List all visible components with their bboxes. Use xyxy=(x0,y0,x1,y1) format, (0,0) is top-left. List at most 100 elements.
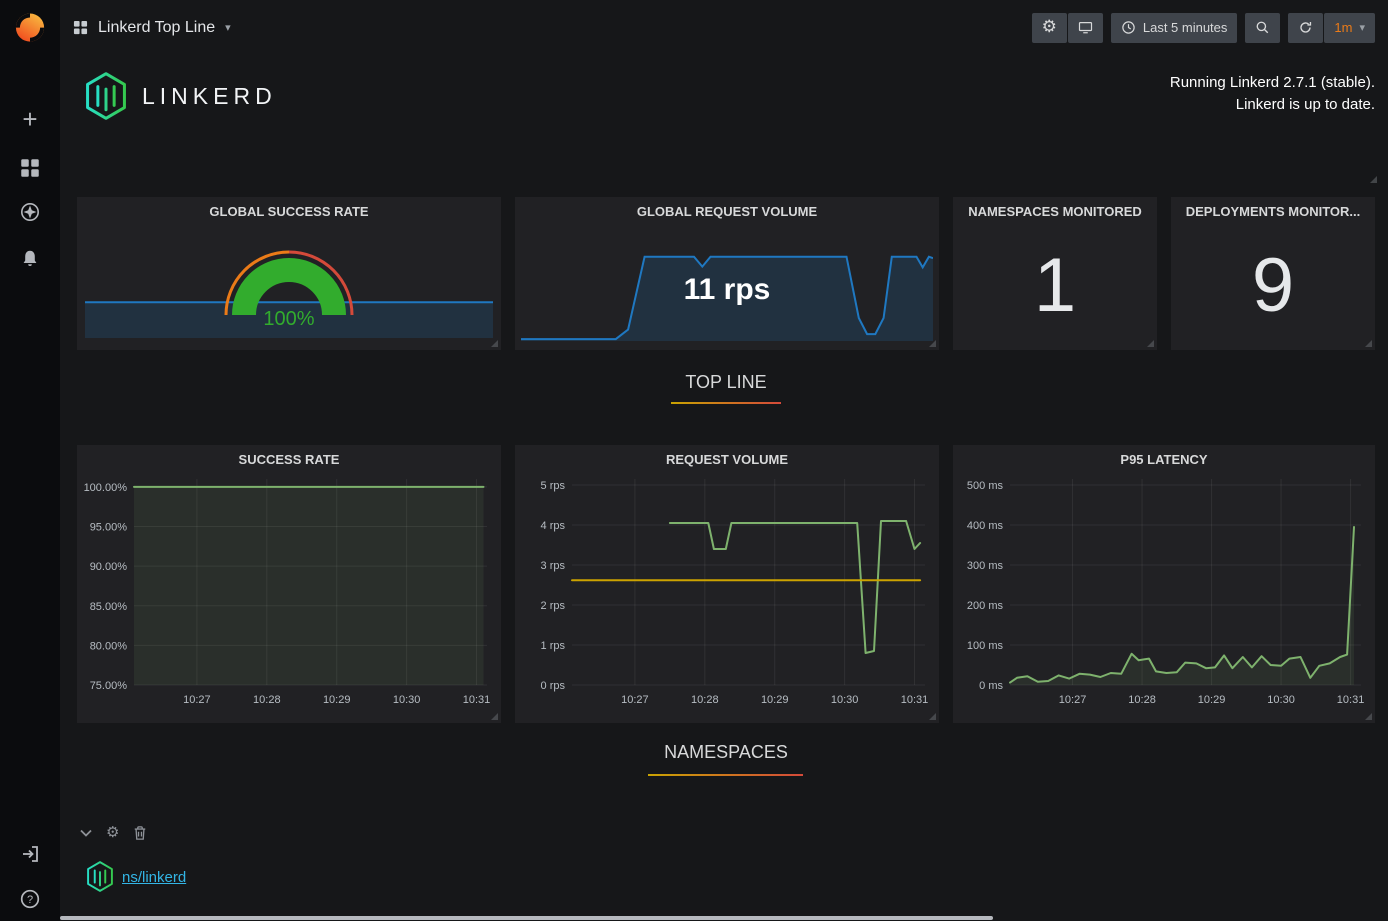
panel-resize-handle[interactable] xyxy=(1365,340,1372,347)
panel-deployments-monitored: DEPLOYMENTS MONITOR... 9 xyxy=(1171,197,1375,350)
linkerd-wordmark: LINKERD xyxy=(142,83,277,110)
refresh-interval-button[interactable]: 1m ▾ xyxy=(1324,13,1375,43)
panel-request-volume: REQUEST VOLUME 10:2710:2810:2910:3010:31… xyxy=(515,445,939,723)
panel-global-success-rate: GLOBAL SUCCESS RATE 100% xyxy=(77,197,501,350)
caret-down-icon: ▾ xyxy=(1359,21,1365,34)
sidebar-item-help[interactable]: ? xyxy=(0,880,60,918)
svg-text:10:27: 10:27 xyxy=(183,694,211,706)
svg-text:10:30: 10:30 xyxy=(831,694,859,706)
sidebar-item-explore[interactable] xyxy=(0,193,60,231)
question-circle-icon: ? xyxy=(20,889,40,909)
panel-global-request-volume: GLOBAL REQUEST VOLUME 11 rps xyxy=(515,197,939,350)
time-range-button[interactable]: Last 5 minutes xyxy=(1111,13,1238,43)
bell-icon xyxy=(20,249,40,269)
svg-text:10:30: 10:30 xyxy=(1267,694,1295,706)
success-rate-gauge: 100% xyxy=(179,223,399,339)
svg-text:10:31: 10:31 xyxy=(1337,694,1365,706)
horizontal-scrollbar[interactable] xyxy=(60,916,993,920)
stat-value: 1 xyxy=(953,221,1157,350)
refresh-icon xyxy=(1298,20,1313,35)
panel-resize-handle[interactable] xyxy=(929,713,936,720)
row-settings-gear-icon[interactable]: ⚙ xyxy=(106,824,119,841)
svg-text:400 ms: 400 ms xyxy=(967,520,1004,532)
svg-text:75.00%: 75.00% xyxy=(90,680,128,692)
panel-title[interactable]: GLOBAL REQUEST VOLUME xyxy=(515,197,939,219)
sidebar-item-signin[interactable] xyxy=(0,835,60,873)
trash-icon[interactable] xyxy=(133,825,147,841)
status-line-1: Running Linkerd 2.7.1 (stable). xyxy=(1170,72,1375,94)
panel-success-rate: SUCCESS RATE 10:2710:2810:2910:3010:3175… xyxy=(77,445,501,723)
panel-resize-handle[interactable] xyxy=(491,340,498,347)
svg-text:10:28: 10:28 xyxy=(691,694,719,706)
panel-p95-latency: P95 LATENCY 10:2710:2810:2910:3010:310 m… xyxy=(953,445,1375,723)
svg-text:85.00%: 85.00% xyxy=(90,601,128,613)
grafana-logo[interactable] xyxy=(12,9,48,45)
tv-icon xyxy=(1078,20,1093,35)
panel-title[interactable]: P95 LATENCY xyxy=(953,445,1375,467)
gear-icon: ⚙ xyxy=(1042,19,1057,36)
section-header-namespaces: NAMESPACES xyxy=(77,742,1375,763)
stat-value: 11 rps xyxy=(515,273,939,307)
svg-text:10:29: 10:29 xyxy=(761,694,789,706)
sign-in-icon xyxy=(20,844,40,864)
svg-text:10:31: 10:31 xyxy=(463,694,491,706)
panel-title[interactable]: REQUEST VOLUME xyxy=(515,445,939,467)
panel-resize-handle[interactable] xyxy=(929,340,936,347)
p95-latency-chart[interactable]: 10:2710:2810:2910:3010:310 ms100 ms200 m… xyxy=(953,471,1375,721)
svg-text:90.00%: 90.00% xyxy=(90,561,128,573)
section-underline xyxy=(648,774,803,776)
dashboard-settings-button[interactable]: ⚙ xyxy=(1032,13,1067,43)
section-underline xyxy=(671,402,781,404)
status-line-2: Linkerd is up to date. xyxy=(1170,94,1375,116)
chevron-down-icon[interactable] xyxy=(80,829,92,837)
magnifier-icon xyxy=(1255,20,1270,35)
sidebar-item-dashboards[interactable] xyxy=(0,149,60,187)
svg-text:10:27: 10:27 xyxy=(621,694,649,706)
svg-text:3 rps: 3 rps xyxy=(541,560,566,572)
svg-text:?: ? xyxy=(27,894,33,906)
success-rate-chart[interactable]: 10:2710:2810:2910:3010:3175.00%80.00%85.… xyxy=(77,471,501,721)
sidebar: + ? xyxy=(0,0,60,921)
namespace-link[interactable]: ns/linkerd xyxy=(122,869,186,886)
page-title: Linkerd Top Line xyxy=(98,19,215,37)
svg-text:10:29: 10:29 xyxy=(1198,694,1226,706)
plus-icon: + xyxy=(22,109,37,129)
panel-title[interactable]: DEPLOYMENTS MONITOR... xyxy=(1171,197,1375,219)
svg-text:10:29: 10:29 xyxy=(323,694,351,706)
dashboard-title-button[interactable]: Linkerd Top Line ▾ xyxy=(73,19,231,37)
panel-resize-handle[interactable] xyxy=(1147,340,1154,347)
svg-text:2 rps: 2 rps xyxy=(541,600,566,612)
svg-text:0 ms: 0 ms xyxy=(979,680,1003,692)
linkerd-namespace-icon xyxy=(86,861,114,892)
clock-icon xyxy=(1121,20,1136,35)
svg-text:200 ms: 200 ms xyxy=(967,600,1004,612)
panel-namespaces-monitored: NAMESPACES MONITORED 1 xyxy=(953,197,1157,350)
panel-title[interactable]: SUCCESS RATE xyxy=(77,445,501,467)
row-controls: ⚙ xyxy=(80,824,147,841)
zoom-out-button[interactable] xyxy=(1245,13,1280,43)
svg-text:100%: 100% xyxy=(263,308,314,330)
refresh-button[interactable] xyxy=(1288,13,1323,43)
panel-title[interactable]: NAMESPACES MONITORED xyxy=(953,197,1157,219)
linkerd-status-text: Running Linkerd 2.7.1 (stable). Linkerd … xyxy=(1170,72,1375,116)
dashboard-icon xyxy=(73,20,88,35)
cycle-view-button[interactable] xyxy=(1068,13,1103,43)
request-volume-chart[interactable]: 10:2710:2810:2910:3010:310 rps1 rps2 rps… xyxy=(515,471,939,721)
time-range-label: Last 5 minutes xyxy=(1143,20,1228,35)
refresh-interval-label: 1m xyxy=(1334,20,1352,35)
panel-resize-handle[interactable] xyxy=(1365,713,1372,720)
svg-text:300 ms: 300 ms xyxy=(967,560,1004,572)
svg-text:10:27: 10:27 xyxy=(1059,694,1087,706)
panel-resize-handle[interactable] xyxy=(491,713,498,720)
panel-title[interactable]: GLOBAL SUCCESS RATE xyxy=(77,197,501,219)
panel-resize-handle[interactable] xyxy=(1370,176,1377,183)
svg-text:4 rps: 4 rps xyxy=(541,520,566,532)
linkerd-brand: LINKERD xyxy=(84,72,277,120)
svg-text:100.00%: 100.00% xyxy=(84,482,128,494)
sidebar-item-create[interactable]: + xyxy=(0,100,60,138)
compass-icon xyxy=(20,202,40,222)
caret-down-icon: ▾ xyxy=(225,21,231,34)
sidebar-item-alerting[interactable] xyxy=(0,240,60,278)
navbar: Linkerd Top Line ▾ ⚙ Last 5 minutes xyxy=(60,0,1388,55)
svg-text:100 ms: 100 ms xyxy=(967,640,1004,652)
